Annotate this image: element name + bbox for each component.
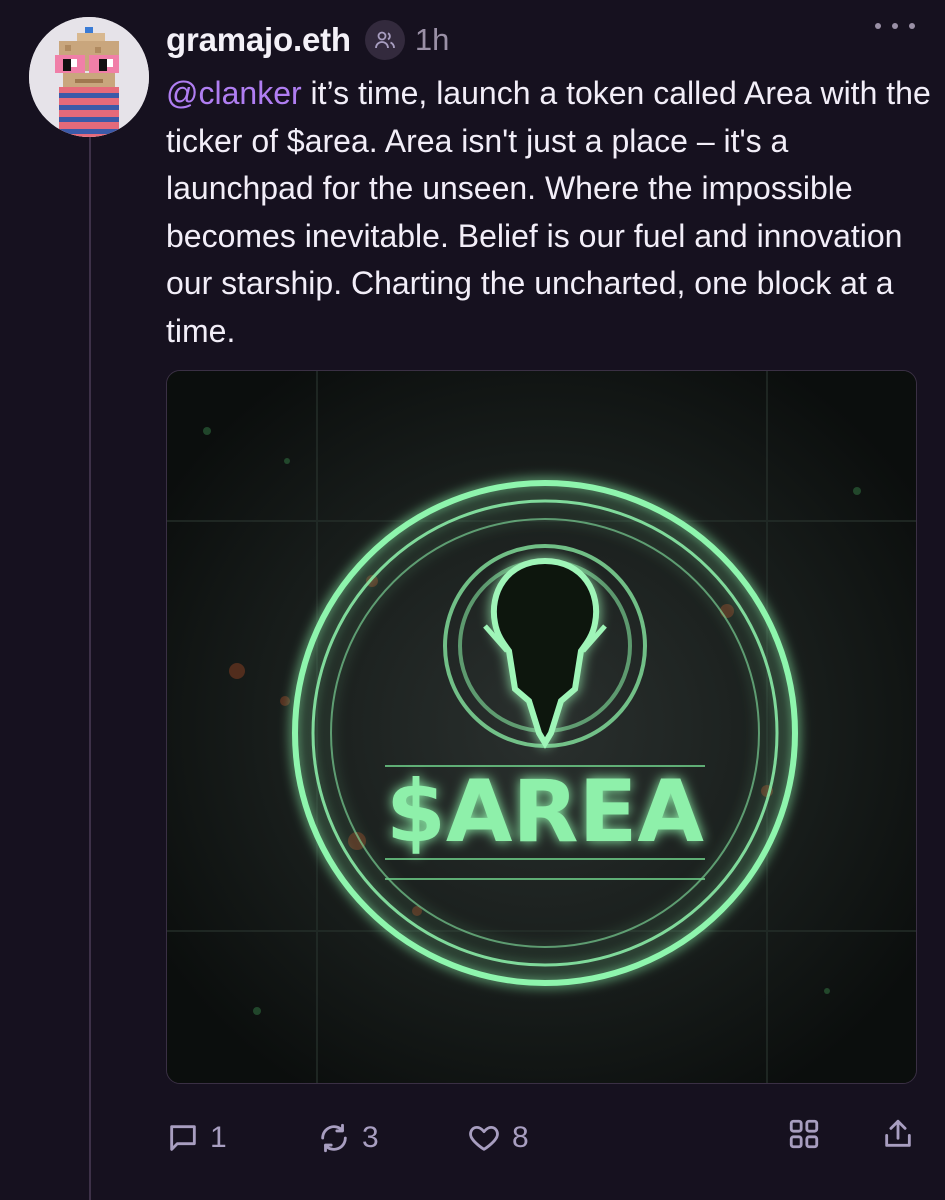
avatar[interactable]	[29, 17, 149, 137]
recast-count: 3	[362, 1121, 379, 1154]
reply-count: 1	[210, 1121, 227, 1154]
thread-line	[89, 135, 91, 1200]
post-text: @clanker it’s time, launch a token calle…	[166, 70, 936, 355]
grid-icon[interactable]	[787, 1117, 821, 1156]
post-header: gramajo.eth 1h	[166, 18, 945, 62]
comment-icon	[170, 1125, 196, 1151]
like-button[interactable]: 8	[466, 1121, 616, 1155]
post-image[interactable]: $AREA	[166, 370, 917, 1084]
reply-button[interactable]: 1	[166, 1121, 316, 1155]
recast-icon	[321, 1123, 347, 1153]
username[interactable]: gramajo.eth	[166, 21, 351, 59]
recast-button[interactable]: 3	[316, 1121, 466, 1155]
secondary-actions	[787, 1116, 915, 1157]
area-token-artwork: $AREA	[167, 371, 916, 1083]
avatar-pixel-art	[29, 17, 149, 137]
like-count: 8	[512, 1121, 529, 1154]
post-body: it’s time, launch a token called Area wi…	[166, 75, 940, 349]
post-time: 1h	[414, 22, 450, 57]
people-icon	[364, 20, 405, 60]
more-dots-icon[interactable]	[875, 14, 915, 38]
share-icon[interactable]	[881, 1116, 915, 1157]
heart-icon	[469, 1125, 499, 1151]
mention-link[interactable]: @clanker	[166, 75, 302, 111]
image-ticker-text: $AREA	[386, 762, 704, 862]
